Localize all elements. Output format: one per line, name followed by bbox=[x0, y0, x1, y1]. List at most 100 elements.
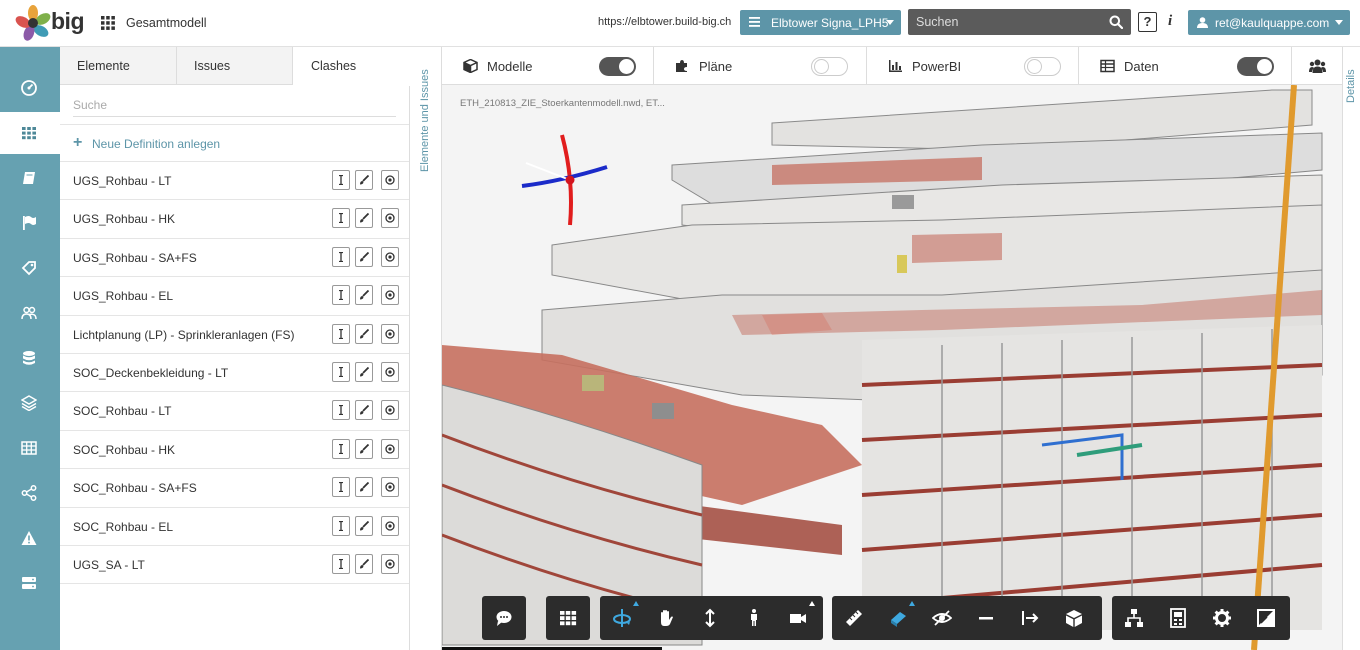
nav-models[interactable] bbox=[0, 112, 60, 154]
search-input[interactable] bbox=[908, 9, 1098, 35]
clash-definition-row[interactable]: SOC_Rohbau - HK bbox=[60, 431, 409, 470]
panel-search-input[interactable] bbox=[73, 95, 396, 115]
nav-users[interactable] bbox=[0, 292, 60, 334]
run-clash-button[interactable] bbox=[381, 400, 399, 421]
elements-issues-tab[interactable]: Elemente und Issues bbox=[410, 47, 442, 650]
clash-definition-row[interactable]: SOC_Rohbau - LT bbox=[60, 392, 409, 431]
orbit-button[interactable] bbox=[600, 596, 644, 640]
measure-button[interactable] bbox=[832, 596, 876, 640]
daten-switch[interactable] bbox=[1237, 57, 1274, 76]
panel-search[interactable] bbox=[73, 95, 396, 117]
info-button[interactable]: i bbox=[1168, 13, 1172, 30]
toggle-modelle[interactable]: Modelle bbox=[442, 47, 654, 85]
help-button[interactable]: ? bbox=[1138, 12, 1157, 32]
fullscreen-button[interactable] bbox=[1244, 596, 1288, 640]
run-clash-button[interactable] bbox=[381, 170, 399, 190]
rename-button[interactable] bbox=[332, 438, 350, 459]
model-tree-button[interactable] bbox=[1112, 596, 1156, 640]
model-browser-button[interactable] bbox=[546, 596, 590, 640]
tab-elemente[interactable]: Elemente bbox=[60, 47, 177, 85]
nav-clashes[interactable] bbox=[0, 517, 60, 559]
clash-definition-row[interactable]: UGS_Rohbau - EL bbox=[60, 277, 409, 316]
edit-style-button[interactable] bbox=[355, 553, 373, 574]
nav-dashboard[interactable] bbox=[0, 67, 60, 109]
global-search[interactable] bbox=[908, 9, 1131, 35]
walk-button[interactable] bbox=[732, 596, 776, 640]
apps-grid-icon[interactable] bbox=[101, 16, 115, 30]
run-clash-button[interactable] bbox=[381, 553, 399, 574]
run-clash-button[interactable] bbox=[381, 477, 399, 498]
edit-style-button[interactable] bbox=[355, 323, 373, 344]
camera-button[interactable] bbox=[776, 596, 820, 640]
edit-style-button[interactable] bbox=[355, 285, 373, 306]
nav-servers[interactable] bbox=[0, 562, 60, 604]
nav-issues[interactable] bbox=[0, 202, 60, 244]
rename-button[interactable] bbox=[332, 361, 350, 382]
clash-definition-row[interactable]: UGS_Rohbau - LT bbox=[60, 162, 409, 201]
run-clash-button[interactable] bbox=[381, 285, 399, 306]
clash-definition-row[interactable]: Lichtplanung (LP) - Sprinkleranlagen (FS… bbox=[60, 316, 409, 354]
nav-layers[interactable] bbox=[0, 382, 60, 424]
hide-button[interactable] bbox=[920, 596, 964, 640]
properties-button[interactable] bbox=[1156, 596, 1200, 640]
run-clash-button[interactable] bbox=[381, 515, 399, 536]
toggle-daten[interactable]: Daten bbox=[1079, 47, 1292, 85]
clash-definition-row[interactable]: SOC_Rohbau - SA+FS bbox=[60, 469, 409, 508]
run-clash-button[interactable] bbox=[381, 246, 399, 267]
minus-button[interactable] bbox=[964, 596, 1008, 640]
modelle-switch[interactable] bbox=[599, 57, 636, 76]
user-menu[interactable]: ret@kaulquappe.com bbox=[1188, 10, 1350, 35]
rename-button[interactable] bbox=[332, 208, 350, 229]
run-clash-button[interactable] bbox=[381, 323, 399, 344]
tab-clashes[interactable]: Clashes bbox=[293, 47, 410, 86]
edit-style-button[interactable] bbox=[355, 361, 373, 382]
comment-button[interactable] bbox=[482, 596, 526, 640]
tab-issues[interactable]: Issues bbox=[177, 47, 293, 85]
rename-button[interactable] bbox=[332, 285, 350, 306]
section-button[interactable] bbox=[876, 596, 920, 640]
nav-tags[interactable] bbox=[0, 247, 60, 289]
powerbi-switch[interactable] bbox=[1024, 57, 1061, 76]
toggle-plaene[interactable]: Pläne bbox=[654, 47, 867, 85]
vertical-move-button[interactable] bbox=[688, 596, 732, 640]
clash-definition-row[interactable]: SOC_Deckenbekleidung - LT bbox=[60, 354, 409, 393]
rename-button[interactable] bbox=[332, 246, 350, 267]
nav-tables[interactable] bbox=[0, 427, 60, 469]
pan-button[interactable] bbox=[644, 596, 688, 640]
nav-documents[interactable] bbox=[0, 157, 60, 199]
run-clash-button[interactable] bbox=[381, 361, 399, 382]
model-viewer[interactable]: Modelle Pläne PowerBI Daten ETH_210813_Z… bbox=[442, 47, 1342, 650]
edit-style-button[interactable] bbox=[355, 438, 373, 459]
rename-button[interactable] bbox=[332, 553, 350, 574]
edit-style-button[interactable] bbox=[355, 515, 373, 536]
new-definition-button[interactable]: + Neue Definition anlegen bbox=[60, 124, 409, 162]
details-tab[interactable]: Details bbox=[1342, 47, 1360, 650]
nav-share[interactable] bbox=[0, 472, 60, 514]
rename-button[interactable] bbox=[332, 323, 350, 344]
rename-button[interactable] bbox=[332, 477, 350, 498]
explode-button[interactable] bbox=[1008, 596, 1052, 640]
edit-style-button[interactable] bbox=[355, 170, 373, 190]
edit-style-button[interactable] bbox=[355, 246, 373, 267]
collaboration-button[interactable] bbox=[1292, 47, 1342, 85]
rename-button[interactable] bbox=[332, 400, 350, 421]
rename-button[interactable] bbox=[332, 170, 350, 190]
run-clash-button[interactable] bbox=[381, 438, 399, 459]
project-selector[interactable]: Elbtower Signa_LPH5 bbox=[740, 10, 901, 35]
edit-style-button[interactable] bbox=[355, 400, 373, 421]
clash-definition-row[interactable]: UGS_SA - LT bbox=[60, 546, 409, 585]
run-clash-button[interactable] bbox=[381, 208, 399, 229]
edit-style-button[interactable] bbox=[355, 477, 373, 498]
cube-view-button[interactable] bbox=[1052, 596, 1096, 640]
big-logo-icon[interactable] bbox=[15, 5, 51, 41]
brand-name[interactable]: big bbox=[51, 8, 85, 35]
bim-model-scene[interactable] bbox=[442, 85, 1342, 650]
toggle-powerbi[interactable]: PowerBI bbox=[867, 47, 1079, 85]
nav-database[interactable] bbox=[0, 337, 60, 379]
search-icon[interactable] bbox=[1109, 15, 1123, 29]
clash-definition-row[interactable]: UGS_Rohbau - SA+FS bbox=[60, 239, 409, 278]
plaene-switch[interactable] bbox=[811, 57, 848, 76]
clash-definition-row[interactable]: SOC_Rohbau - EL bbox=[60, 508, 409, 546]
edit-style-button[interactable] bbox=[355, 208, 373, 229]
settings-button[interactable] bbox=[1200, 596, 1244, 640]
